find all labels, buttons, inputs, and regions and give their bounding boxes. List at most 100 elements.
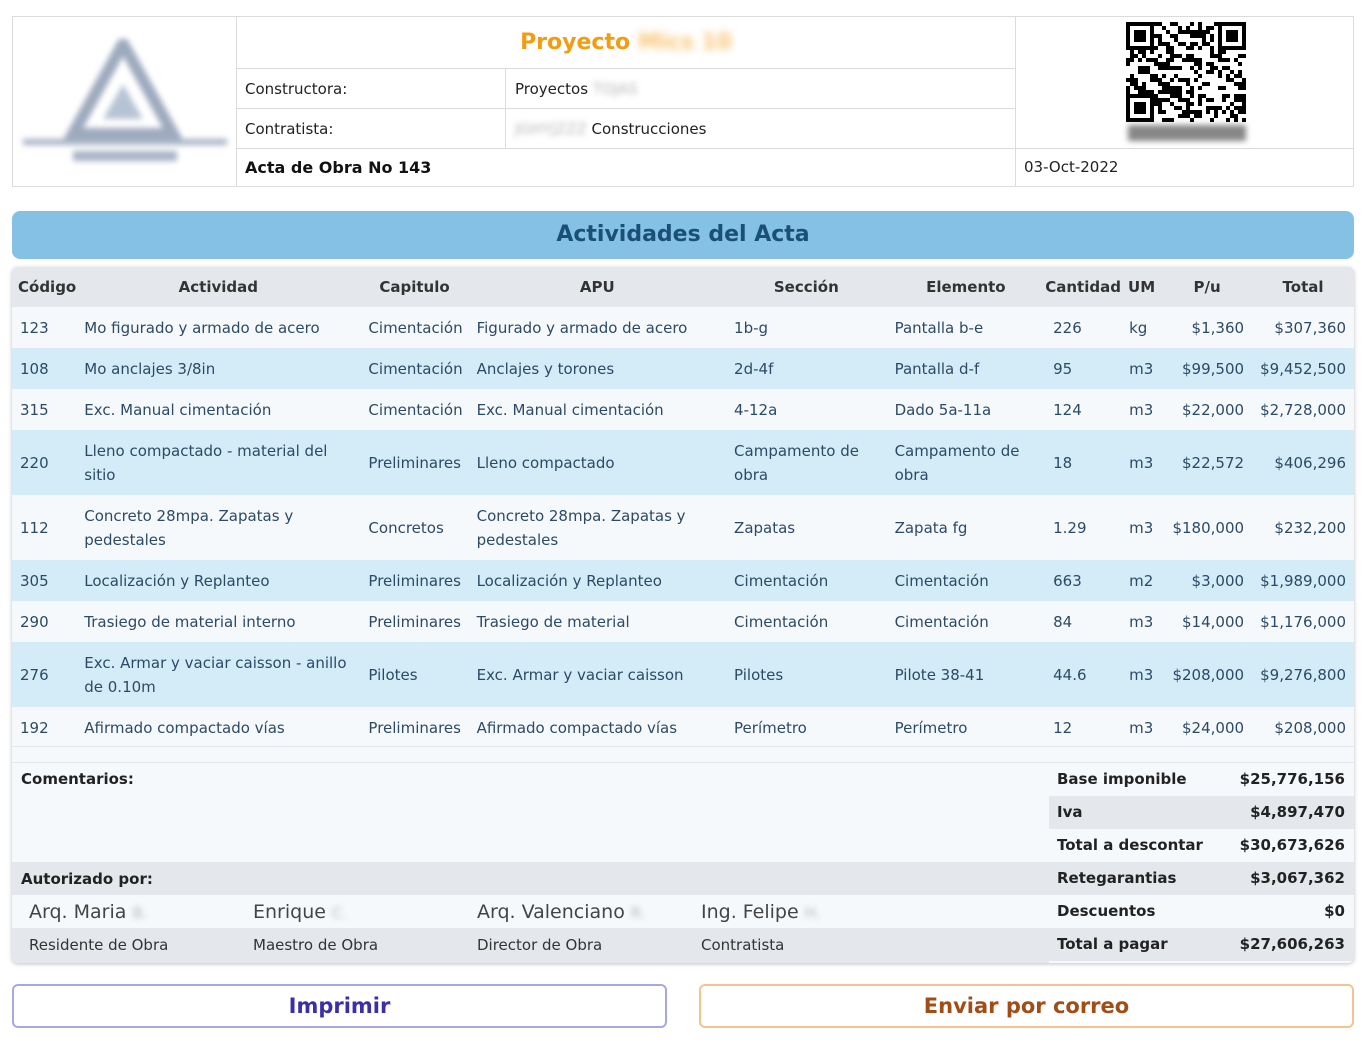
table-row[interactable]: 192 Afirmado compactado vías Preliminares A… [12, 707, 1354, 748]
col-header-seccion[interactable]: Sección [726, 267, 887, 307]
cell-pu: $1,360 [1162, 307, 1253, 348]
cell-capitulo: Preliminares [360, 707, 469, 748]
col-header-capitulo[interactable]: Capitulo [360, 267, 469, 307]
cell-seccion: Cimentación [726, 560, 887, 601]
table-row[interactable]: 108 Mo anclajes 3/8in Cimentación Anclajes … [12, 348, 1354, 389]
company-logo [13, 17, 237, 186]
cell-pu: $3,000 [1162, 560, 1253, 601]
col-header-cantidad[interactable]: Cantidad [1045, 267, 1122, 307]
cell-cantidad: 663 [1045, 560, 1122, 601]
email-button[interactable]: Enviar por correo [699, 984, 1354, 1028]
cell-actividad: Trasiego de material interno [76, 601, 361, 642]
cell-apu: Exc. Manual cimentación [468, 389, 727, 430]
cell-um: kg [1121, 307, 1163, 348]
cell-actividad: Concreto 28mpa. Zapatas y pedestales [76, 495, 361, 560]
cell-apu: Trasiego de material [468, 601, 727, 642]
cell-um: m3 [1121, 495, 1163, 560]
cell-elemento: Campamento de obra [886, 430, 1046, 495]
cell-cantidad: 124 [1045, 389, 1122, 430]
cell-um: m3 [1121, 430, 1163, 495]
cell-cantidad: 95 [1045, 348, 1122, 389]
cell-codigo: 276 [12, 642, 77, 707]
cell-seccion: 2d-4f [726, 348, 887, 389]
cell-elemento: Pantalla b-e [886, 307, 1046, 348]
cell-cantidad: 12 [1045, 707, 1122, 748]
cell-pu: $24,000 [1162, 707, 1253, 748]
role-director: Director de Obra [477, 936, 603, 954]
cell-elemento: Dado 5a-11a [886, 389, 1046, 430]
cell-total: $406,296 [1252, 430, 1354, 495]
cell-codigo: 290 [12, 601, 77, 642]
cell-actividad: Exc. Armar y vaciar caisson - anillo de … [76, 642, 361, 707]
cell-um: m3 [1121, 707, 1163, 748]
cell-seccion: Perímetro [726, 707, 887, 748]
cell-total: $9,276,800 [1252, 642, 1354, 707]
col-header-codigo[interactable]: Código [12, 267, 77, 307]
cell-apu: Figurado y armado de acero [468, 307, 727, 348]
cell-seccion: 1b-g [726, 307, 887, 348]
cell-seccion: Cimentación [726, 601, 887, 642]
cell-pu: $180,000 [1162, 495, 1253, 560]
cell-pu: $208,000 [1162, 642, 1253, 707]
cell-codigo: 305 [12, 560, 77, 601]
table-divider [12, 746, 1354, 763]
cell-pu: $22,572 [1162, 430, 1253, 495]
cell-actividad: Afirmado compactado vías [76, 707, 361, 748]
cell-codigo: 112 [12, 495, 77, 560]
constructora-row: Constructora: Proyectos TOJAS [237, 69, 1015, 109]
cell-total: $1,176,000 [1252, 601, 1354, 642]
section-title: Actividades del Acta [12, 211, 1354, 259]
cell-um: m3 [1121, 642, 1163, 707]
contratista-value: JGHYJZZZ Construcciones [505, 109, 1015, 148]
acta-header: Proyecto Mics 10 Constructora: Proyectos … [12, 16, 1354, 187]
cell-seccion: 4-12a [726, 389, 887, 430]
cell-codigo: 108 [12, 348, 77, 389]
total-a-pagar: Total a pagar $27,606,263 [1049, 928, 1354, 961]
cell-capitulo: Preliminares [360, 430, 469, 495]
cell-codigo: 123 [12, 307, 77, 348]
cell-cantidad: 84 [1045, 601, 1122, 642]
cell-total: $307,360 [1252, 307, 1354, 348]
col-header-apu[interactable]: APU [468, 267, 727, 307]
total-a-descontar: Total a descontar $30,673,626 [1057, 836, 1345, 854]
cell-elemento: Cimentación [886, 601, 1046, 642]
cell-pu: $22,000 [1162, 389, 1253, 430]
cell-capitulo: Preliminares [360, 601, 469, 642]
constructora-label: Constructora: [245, 80, 348, 98]
cell-um: m3 [1121, 348, 1163, 389]
table-row[interactable]: 315 Exc. Manual cimentación Cimentación Exc… [12, 389, 1354, 430]
table-row[interactable]: 276 Exc. Armar y vaciar caisson - anillo … [12, 642, 1354, 707]
col-header-um[interactable]: UM [1121, 267, 1163, 307]
cell-actividad: Mo figurado y armado de acero [76, 307, 361, 348]
contratista-label: Contratista: [245, 120, 334, 138]
role-contratista: Contratista [701, 936, 785, 954]
print-button[interactable]: Imprimir [12, 984, 667, 1028]
table-row[interactable]: 305 Localización y Replanteo Preliminares L… [12, 560, 1354, 601]
table-row[interactable]: 123 Mo figurado y armado de acero Cimentac… [12, 307, 1354, 348]
cell-codigo: 315 [12, 389, 77, 430]
cell-seccion: Campamento de obra [726, 430, 887, 495]
acta-date: 03-Oct-2022 [1024, 158, 1119, 176]
table-row[interactable]: 220 Lleno compactado - material del sitio… [12, 430, 1354, 495]
cell-total: $232,200 [1252, 495, 1354, 560]
comments-label: Comentarios: [21, 770, 134, 788]
total-retegarantias: Retegarantias $3,067,362 [1049, 862, 1354, 895]
cell-capitulo: Pilotes [360, 642, 469, 707]
col-header-actividad[interactable]: Actividad [76, 267, 361, 307]
contratista-row: Contratista: JGHYJZZZ Construcciones [237, 109, 1015, 149]
cell-capitulo: Concretos [360, 495, 469, 560]
cell-elemento: Cimentación [886, 560, 1046, 601]
signer-contratista: Ing. Felipe H. [701, 901, 821, 923]
role-maestro: Maestro de Obra [253, 936, 379, 954]
cell-um: m2 [1121, 560, 1163, 601]
cell-codigo: 192 [12, 707, 77, 748]
col-header-total[interactable]: Total [1252, 267, 1354, 307]
col-header-elemento[interactable]: Elemento [886, 267, 1046, 307]
cell-apu: Anclajes y torones [468, 348, 727, 389]
table-row[interactable]: 112 Concreto 28mpa. Zapatas y pedestales C… [12, 495, 1354, 560]
activities-table: Código Actividad Capitulo APU Sección El… [12, 267, 1354, 748]
cell-cantidad: 1.29 [1045, 495, 1122, 560]
col-header-pu[interactable]: P/u [1162, 267, 1253, 307]
table-row[interactable]: 290 Trasiego de material interno Prelimina… [12, 601, 1354, 642]
cell-total: $2,728,000 [1252, 389, 1354, 430]
